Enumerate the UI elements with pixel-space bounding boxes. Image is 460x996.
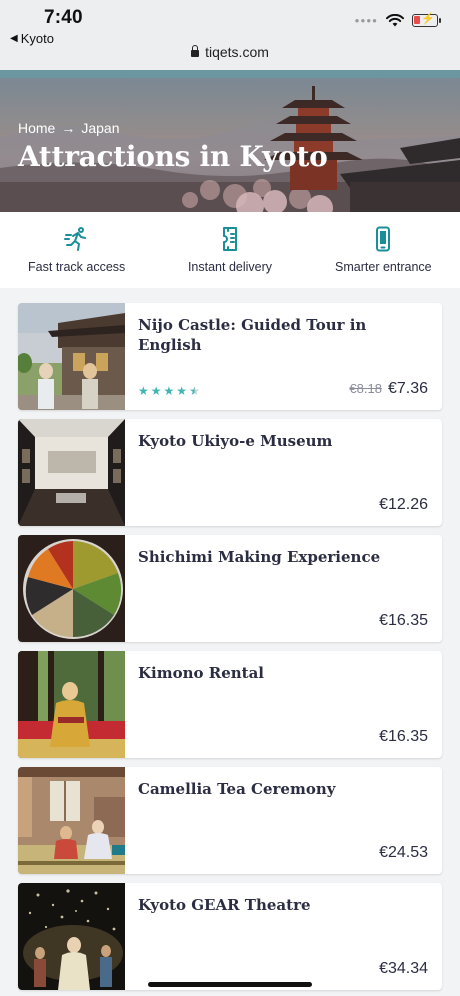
feature-smarter-entrance: Smarter entrance [307, 212, 460, 288]
star-icon: ★ [176, 384, 188, 398]
feature-label: Fast track access [28, 260, 126, 274]
url-bar[interactable]: tiqets.com [0, 44, 460, 60]
card-body: Kimono Rental €16.35 [125, 651, 442, 758]
wifi-icon [386, 14, 404, 27]
tea-ceremony-photo [18, 767, 125, 874]
browser-top-bar: 7:40 ◀ Kyoto ●●●● ⚡ tiqets.com [0, 0, 460, 74]
breadcrumb: Home → Japan [18, 120, 120, 136]
price: €24.53 [379, 844, 428, 861]
price-row: €8.18 €7.36 [349, 380, 428, 398]
star-icon: ★ [138, 384, 149, 398]
price-row: €16.35 [379, 612, 428, 630]
attraction-title: Shichimi Making Experience [138, 548, 381, 566]
status-indicators: ●●●● ⚡ [354, 13, 441, 27]
signal-dots-icon: ●●●● [354, 16, 378, 25]
price: €34.34 [379, 960, 428, 977]
price: €12.26 [379, 496, 428, 513]
card-body: Kyoto GEAR Theatre €34.34 [125, 883, 442, 990]
header-strip [0, 70, 460, 78]
smartphone-icon [376, 226, 391, 252]
feature-strip: Fast track access Instant delivery Smart… [0, 212, 460, 288]
attraction-title: Kimono Rental [138, 664, 265, 682]
feature-fast-track: Fast track access [0, 212, 153, 288]
battery-icon: ⚡ [412, 13, 441, 27]
attraction-card-ukiyo-e-museum[interactable]: Kyoto Ukiyo-e Museum €12.26 [18, 419, 442, 526]
card-body: Shichimi Making Experience €16.35 [125, 535, 442, 642]
attraction-card-kimono-rental[interactable]: Kimono Rental €16.35 [18, 651, 442, 758]
attraction-title: Kyoto GEAR Theatre [138, 896, 311, 914]
page-title: Attractions in Kyoto [18, 140, 328, 173]
attraction-card-nijo-castle[interactable]: Nijo Castle: Guided Tour in English ★ ★ … [18, 303, 442, 410]
attraction-card-gear-theatre[interactable]: Kyoto GEAR Theatre €34.34 [18, 883, 442, 990]
attraction-card-shichimi[interactable]: Shichimi Making Experience €16.35 [18, 535, 442, 642]
card-body: Camellia Tea Ceremony €24.53 [125, 767, 442, 874]
price-row: €12.26 [379, 496, 428, 514]
feature-label: Smarter entrance [335, 260, 432, 274]
arrow-right-icon: → [61, 120, 76, 136]
ukiyo-e-museum-photo [18, 419, 125, 526]
hero-banner: Home → Japan Attractions in Kyoto [0, 78, 460, 212]
running-person-icon [63, 227, 86, 251]
half-star-icon: ★ [189, 384, 200, 398]
old-price: €8.18 [349, 381, 382, 396]
attraction-list: Nijo Castle: Guided Tour in English ★ ★ … [18, 303, 442, 996]
breadcrumb-japan-link[interactable]: Japan [81, 120, 119, 136]
breadcrumb-home-link[interactable]: Home [18, 120, 55, 136]
card-body: Kyoto Ukiyo-e Museum €12.26 [125, 419, 442, 526]
home-indicator[interactable] [148, 982, 312, 987]
price-row: €34.34 [379, 960, 428, 978]
attraction-title: Nijo Castle: Guided Tour in English [138, 316, 367, 354]
kimono-rental-photo [18, 651, 125, 758]
price: €16.35 [379, 728, 428, 745]
price: €7.36 [387, 380, 428, 397]
attraction-title: Camellia Tea Ceremony [138, 780, 336, 798]
attraction-title: Kyoto Ukiyo-e Museum [138, 432, 333, 450]
back-triangle-icon: ◀ [10, 33, 18, 44]
feature-label: Instant delivery [187, 260, 273, 274]
card-body: Nijo Castle: Guided Tour in English ★ ★ … [125, 303, 442, 410]
attraction-card-camellia-tea[interactable]: Camellia Tea Ceremony €24.53 [18, 767, 442, 874]
star-icon: ★ [150, 384, 162, 398]
price-row: €24.53 [379, 844, 428, 862]
shichimi-spices-photo [18, 535, 125, 642]
gear-theatre-photo [18, 883, 125, 990]
feature-instant-delivery: Instant delivery [153, 212, 306, 288]
ticket-phone-icon [222, 227, 237, 251]
url-text: tiqets.com [205, 44, 269, 60]
lock-icon [191, 45, 200, 57]
star-icon: ★ [163, 384, 175, 398]
status-time: 7:40 [44, 7, 83, 28]
price: €16.35 [379, 612, 428, 629]
price-row: €16.35 [379, 728, 428, 746]
star-rating: ★ ★ ★ ★ ★ [138, 385, 200, 397]
nijo-castle-photo [18, 303, 125, 410]
